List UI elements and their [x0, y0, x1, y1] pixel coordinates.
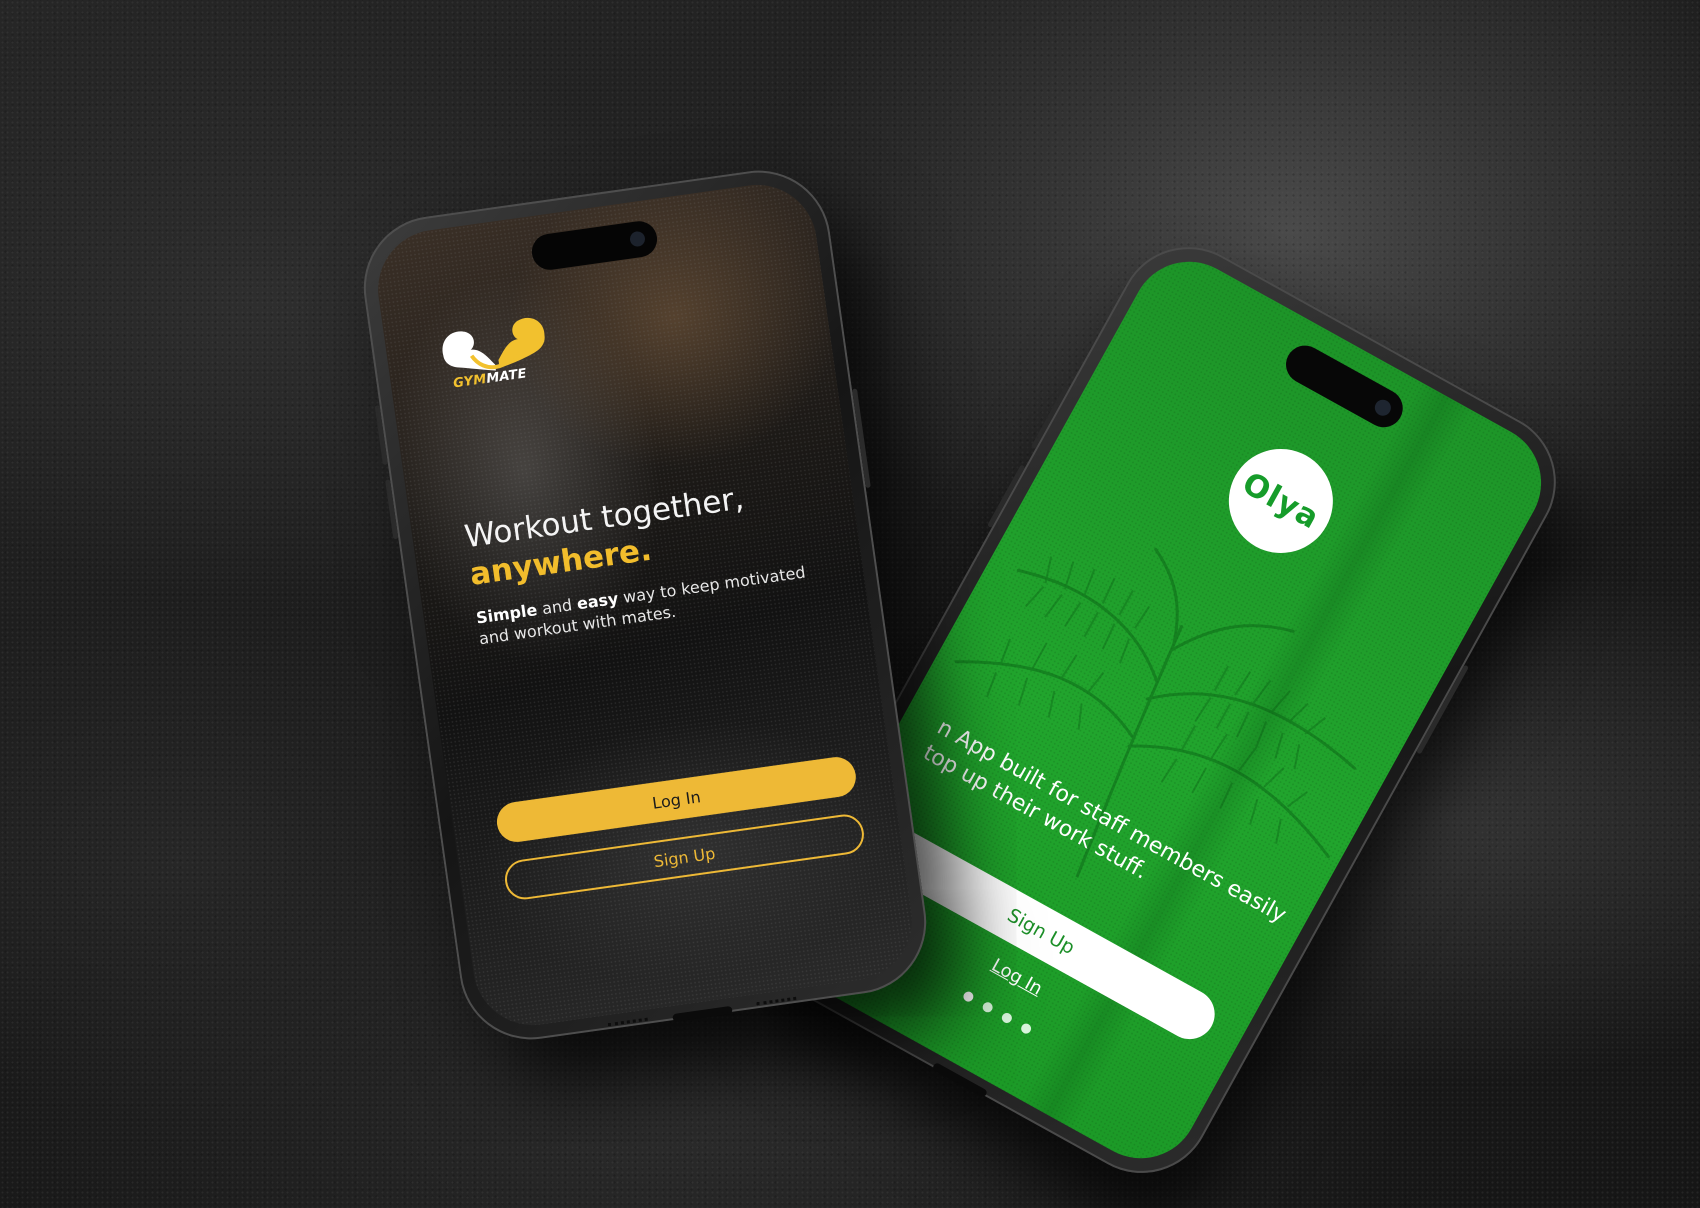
- olya-logo-text: Olya: [1236, 465, 1326, 537]
- camera-lens-icon: [1371, 396, 1394, 419]
- camera-lens-icon: [629, 230, 646, 248]
- flexed-arms-logo-icon: [442, 317, 545, 371]
- mockup-scene: Olya n App built for staff members easil…: [0, 0, 1700, 1208]
- gymmate-screen: GYMMATE Workout together, anywhere. Simp…: [370, 177, 920, 1033]
